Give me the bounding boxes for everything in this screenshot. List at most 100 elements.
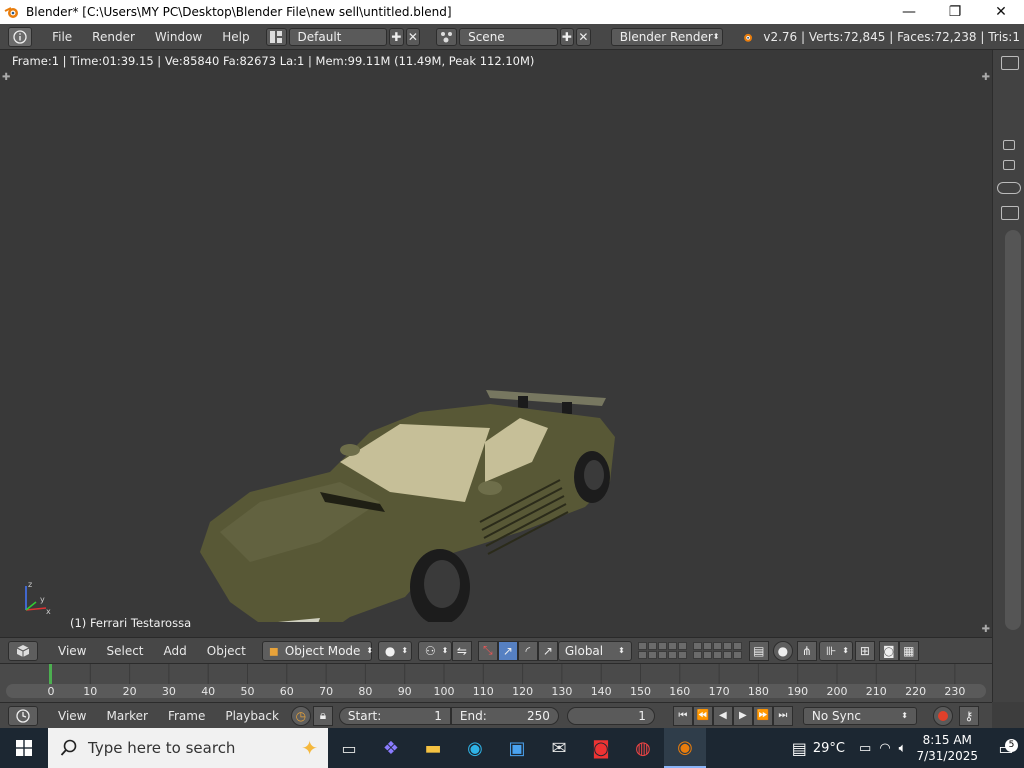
start-frame-field[interactable]: Start: 1 bbox=[338, 706, 451, 725]
close-button[interactable]: ✕ bbox=[978, 0, 1024, 24]
add-layout-button[interactable]: ✚ bbox=[388, 27, 404, 46]
chrome-button[interactable]: ◍ bbox=[622, 728, 664, 768]
menu-add[interactable]: Add bbox=[154, 638, 197, 664]
lock-layers-button[interactable]: ▤ bbox=[748, 640, 769, 661]
play-button[interactable]: ▶ bbox=[732, 705, 753, 726]
x-icon: ✕ bbox=[407, 29, 418, 44]
file-explorer-button[interactable]: ▬ bbox=[412, 728, 454, 768]
task-view-button[interactable]: ▭ bbox=[328, 728, 370, 768]
editor-type-info-button[interactable] bbox=[8, 26, 33, 47]
media-app-button[interactable]: ◙ bbox=[580, 728, 622, 768]
jump-keyframe-forward-button[interactable]: ⏩ bbox=[752, 705, 773, 726]
snap-element-dropdown[interactable]: ⊪ ⬍ bbox=[818, 640, 853, 661]
start-label: Start: bbox=[347, 708, 382, 723]
window-titlebar: Blender* [C:\Users\MY PC\Desktop\Blender… bbox=[0, 0, 1024, 24]
mail-button[interactable]: ✉ bbox=[538, 728, 580, 768]
object-mode-label: Object Mode bbox=[284, 643, 361, 658]
blender-taskbar-button[interactable]: ◉ bbox=[664, 728, 706, 768]
manipulator-toggle-button[interactable]: ⇋ bbox=[451, 640, 472, 661]
render-layer-icon[interactable] bbox=[1003, 160, 1015, 170]
menu-view[interactable]: View bbox=[48, 638, 96, 664]
clock[interactable]: 8:15 AM 7/31/2025 bbox=[916, 732, 978, 764]
add-scene-button[interactable]: ✚ bbox=[559, 27, 575, 46]
copilot-button[interactable]: ❖ bbox=[370, 728, 412, 768]
menu-render[interactable]: Render bbox=[82, 24, 145, 50]
menu-frame[interactable]: Frame bbox=[158, 703, 215, 729]
menu-view[interactable]: View bbox=[48, 703, 96, 729]
rotate-arc-button[interactable]: ◜ bbox=[517, 640, 538, 661]
volume-muted-icon[interactable]: 🔈︎ bbox=[899, 741, 907, 756]
maximize-button[interactable]: ❐ bbox=[932, 0, 978, 24]
toggle-icon[interactable] bbox=[997, 182, 1021, 194]
play-reverse-button[interactable]: ◀ bbox=[712, 705, 733, 726]
layout-name-field[interactable]: Default bbox=[288, 27, 387, 46]
3d-viewport[interactable]: Frame:1 | Time:01:39.15 | Ve:85840 Fa:82… bbox=[0, 50, 992, 637]
editor-type-timeline-button[interactable] bbox=[8, 705, 38, 726]
transform-orientation-dropdown[interactable]: Global ⬍ bbox=[557, 640, 632, 661]
delete-scene-button[interactable]: ✕ bbox=[576, 27, 591, 46]
menu-playback[interactable]: Playback bbox=[215, 703, 289, 729]
viewport-shading-dropdown[interactable]: ● ⬍ bbox=[377, 640, 412, 661]
jump-end-button[interactable]: ⏭ bbox=[772, 705, 793, 726]
edge-button[interactable]: ◉ bbox=[454, 728, 496, 768]
sidebar-scrollbar[interactable] bbox=[1005, 230, 1021, 630]
temperature[interactable]: 29°C bbox=[813, 741, 845, 756]
taskbar-search[interactable]: Type here to search ✦ bbox=[48, 728, 328, 768]
rotate-manipulator-button[interactable]: ↗ bbox=[497, 640, 518, 661]
current-frame-field[interactable]: 1 bbox=[566, 706, 655, 725]
notification-count: 5 bbox=[1005, 738, 1018, 752]
play-reverse-icon: ◀ bbox=[719, 710, 727, 721]
updown-arrow-icon: ⬍ bbox=[366, 646, 374, 655]
menu-window[interactable]: Window bbox=[145, 24, 212, 50]
outliner-editor-icon[interactable] bbox=[1001, 56, 1019, 70]
axis-y-label: y bbox=[40, 595, 45, 604]
current-frame-marker[interactable] bbox=[49, 664, 52, 686]
meet-now-icon[interactable]: ▭ bbox=[859, 741, 871, 756]
layout-browse-button[interactable] bbox=[265, 27, 287, 46]
lock-frame-range-button[interactable]: 🔒︎ bbox=[312, 705, 333, 726]
timeline-tick-label: 80 bbox=[358, 685, 373, 698]
scene-browse-button[interactable] bbox=[436, 27, 458, 46]
notification-center-button[interactable]: ▭ 5 bbox=[988, 738, 1024, 758]
editor-type-3d-button[interactable] bbox=[8, 640, 38, 661]
render-engine-dropdown[interactable]: Blender Render ⬍ bbox=[610, 27, 723, 46]
store-button[interactable]: ▣ bbox=[496, 728, 538, 768]
weather-icon[interactable]: ▤ bbox=[792, 739, 807, 758]
layers-grid-left[interactable] bbox=[637, 642, 687, 659]
auto-keying-button[interactable] bbox=[932, 705, 953, 726]
copilot-sparkle-icon: ✦ bbox=[301, 736, 318, 760]
menu-object[interactable]: Object bbox=[197, 638, 256, 664]
camera-icon: ◙ bbox=[883, 643, 895, 658]
scale-manipulator-button[interactable]: ↗ bbox=[537, 640, 558, 661]
object-mode-dropdown[interactable]: ◼ Object Mode ⬍ bbox=[261, 640, 374, 661]
wifi-icon[interactable]: ◠ bbox=[879, 741, 890, 756]
preview-range-button[interactable]: ◷ bbox=[290, 705, 311, 726]
delete-layout-button[interactable]: ✕ bbox=[405, 27, 421, 46]
render-animation-button[interactable]: ▦ bbox=[898, 640, 919, 661]
translate-manipulator-button[interactable]: ⤡ bbox=[477, 640, 498, 661]
sync-dropdown[interactable]: No Sync ⬍ bbox=[802, 706, 917, 725]
pivot-point-dropdown[interactable]: ⚇ ⬍ bbox=[417, 640, 452, 661]
minimize-button[interactable]: — bbox=[886, 0, 932, 24]
render-camera-button[interactable]: ◙ bbox=[878, 640, 899, 661]
axis-z-label: z bbox=[28, 580, 32, 589]
layers-grid-right[interactable] bbox=[692, 642, 742, 659]
camera-icon[interactable] bbox=[1003, 140, 1015, 150]
translate-icon: ⤡ bbox=[483, 643, 493, 657]
scene-name-field[interactable]: Scene bbox=[459, 27, 558, 46]
proportional-edit-button[interactable]: ⋔ bbox=[796, 640, 817, 661]
menu-file[interactable]: File bbox=[42, 24, 82, 50]
car-model[interactable] bbox=[190, 332, 630, 622]
start-button[interactable] bbox=[0, 728, 48, 768]
snap-target-button[interactable]: ⊞ bbox=[854, 640, 875, 661]
end-frame-field[interactable]: End: 250 bbox=[450, 706, 559, 725]
keying-set-button[interactable]: ⚷ bbox=[958, 705, 979, 726]
opengl-render-button[interactable]: ● bbox=[772, 640, 793, 661]
clapper-icon: ▦ bbox=[903, 643, 915, 658]
jump-start-button[interactable]: ⏮ bbox=[672, 705, 693, 726]
menu-select[interactable]: Select bbox=[96, 638, 153, 664]
menu-help[interactable]: Help bbox=[212, 24, 259, 50]
menu-marker[interactable]: Marker bbox=[96, 703, 157, 729]
properties-editor-icon[interactable] bbox=[1001, 206, 1019, 220]
jump-keyframe-back-button[interactable]: ⏪ bbox=[692, 705, 713, 726]
